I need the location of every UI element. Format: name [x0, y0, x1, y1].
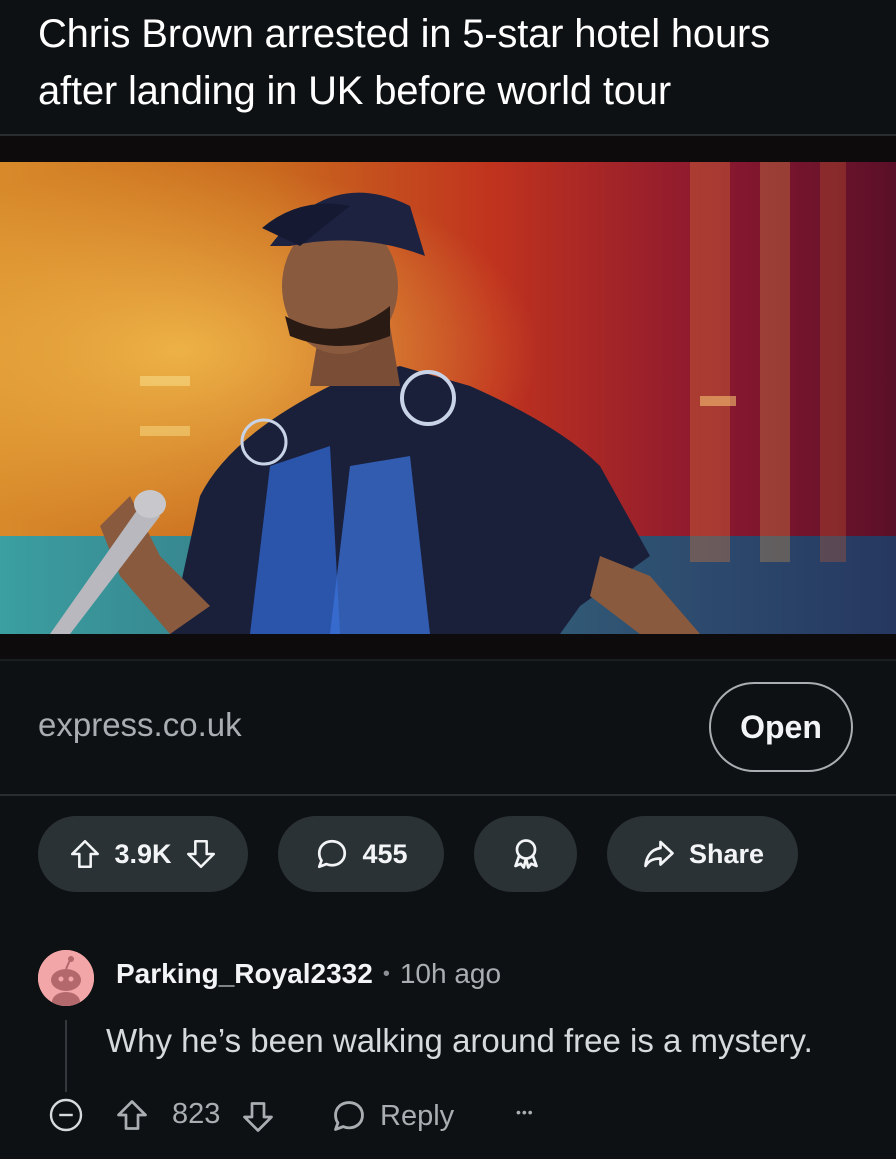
- comment-upvote-icon[interactable]: [114, 1097, 150, 1133]
- share-button[interactable]: Share: [607, 816, 798, 892]
- post-image[interactable]: [0, 136, 896, 660]
- comment-count: 455: [362, 838, 408, 869]
- comment-downvote-icon[interactable]: [240, 1099, 276, 1135]
- downvote-icon[interactable]: [184, 837, 218, 871]
- reply-bubble-icon: [330, 1097, 368, 1135]
- vote-pill: 3.9K: [38, 816, 248, 892]
- comment-body: Why he’s been walking around free is a m…: [106, 1022, 813, 1059]
- comment-meta: Parking_Royal2332 • 10h ago: [116, 958, 501, 990]
- thread-line[interactable]: [65, 1020, 67, 1092]
- award-icon: [508, 836, 544, 872]
- snoo-avatar-icon: [38, 950, 94, 1006]
- share-label: Share: [688, 838, 765, 869]
- share-arrow-icon: [641, 836, 677, 872]
- comment-vote-count: 823: [172, 1098, 221, 1130]
- link-divider: [0, 794, 896, 796]
- comment-actions: 823 Reply •••: [0, 1088, 896, 1148]
- upvote-icon[interactable]: [68, 837, 102, 871]
- vote-count: 3.9K: [114, 838, 172, 869]
- comment-timestamp: 10h ago: [399, 958, 502, 989]
- more-options-icon[interactable]: •••: [516, 1104, 534, 1120]
- collapse-icon[interactable]: [48, 1097, 84, 1133]
- link-preview[interactable]: express.co.uk Open: [0, 662, 896, 794]
- comment-bubble-icon: [314, 836, 350, 872]
- open-link-button[interactable]: Open: [709, 682, 853, 772]
- award-button[interactable]: [474, 816, 577, 892]
- image-divider: [0, 659, 896, 661]
- reply-label: Reply: [380, 1099, 455, 1132]
- post-title: Chris Brown arrested in 5-star hotel hou…: [38, 12, 770, 113]
- link-domain[interactable]: express.co.uk: [38, 706, 242, 744]
- reply-button[interactable]: Reply: [330, 1097, 454, 1135]
- meta-separator: •: [382, 962, 390, 985]
- comments-button[interactable]: 455: [278, 816, 444, 892]
- comment-author[interactable]: Parking_Royal2332: [116, 958, 373, 990]
- commenter-avatar[interactable]: [38, 950, 94, 1006]
